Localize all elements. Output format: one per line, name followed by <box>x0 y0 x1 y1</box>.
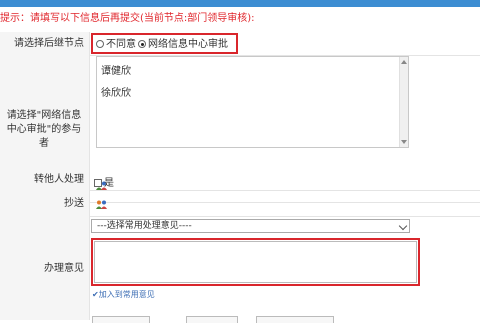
successor-radio-group: 不同意 网络信息中心审批 <box>91 33 238 54</box>
radio-option-network-center[interactable]: 网络信息中心审批 <box>138 39 228 51</box>
checkmark-icon: ✔ <box>92 290 99 299</box>
transfer-checkbox-option[interactable]: 是 <box>94 174 114 189</box>
approval-form: 请选择后继节点 不同意 网络信息中心审批 请选择"网络信息中心审批"的参与者 谭… <box>0 32 480 320</box>
successor-row: 请选择后继节点 不同意 网络信息中心审批 <box>0 32 480 56</box>
participants-listbox[interactable]: 谭健欣 徐欣欣 <box>96 56 409 148</box>
opinion-textarea-highlight <box>91 238 420 286</box>
listbox-item[interactable]: 徐欣欣 <box>101 84 131 99</box>
listbox-scrollbar[interactable] <box>399 57 408 147</box>
radio-option-disagree[interactable]: 不同意 <box>96 39 136 51</box>
top-bar <box>0 0 480 7</box>
common-opinion-select[interactable]: ---选择常用处理意见---- <box>91 219 410 233</box>
transfer-label: 转他人处理 <box>34 174 84 185</box>
chevron-down-icon <box>398 221 408 231</box>
radio-disagree[interactable] <box>96 40 104 48</box>
transfer-checkbox[interactable] <box>94 179 102 187</box>
hint-text: 提示：请填写以下信息后再提交(当前节点:部门领导审核): <box>0 13 255 24</box>
radio-network-center[interactable] <box>138 40 146 48</box>
scroll-down-icon[interactable] <box>401 140 407 144</box>
opinion-row: 办理意见 ---选择常用处理意见---- ✔加入到常用意见 <box>0 217 480 320</box>
successor-label: 请选择后继节点 <box>14 38 84 49</box>
add-common-opinion-link[interactable]: ✔加入到常用意见 <box>92 289 155 300</box>
cc-row: 抄送 <box>0 191 480 217</box>
cc-label: 抄送 <box>64 198 84 209</box>
participants-label: 请选择"网络信息中心审批"的参与者 <box>6 109 82 149</box>
opinion-textarea[interactable] <box>94 241 417 283</box>
scroll-up-icon[interactable] <box>401 60 407 64</box>
people-icon[interactable] <box>96 200 107 209</box>
transfer-row: 转他人处理 是 <box>0 169 480 191</box>
opinion-label: 办理意见 <box>44 262 84 274</box>
listbox-item[interactable]: 谭健欣 <box>101 62 131 77</box>
